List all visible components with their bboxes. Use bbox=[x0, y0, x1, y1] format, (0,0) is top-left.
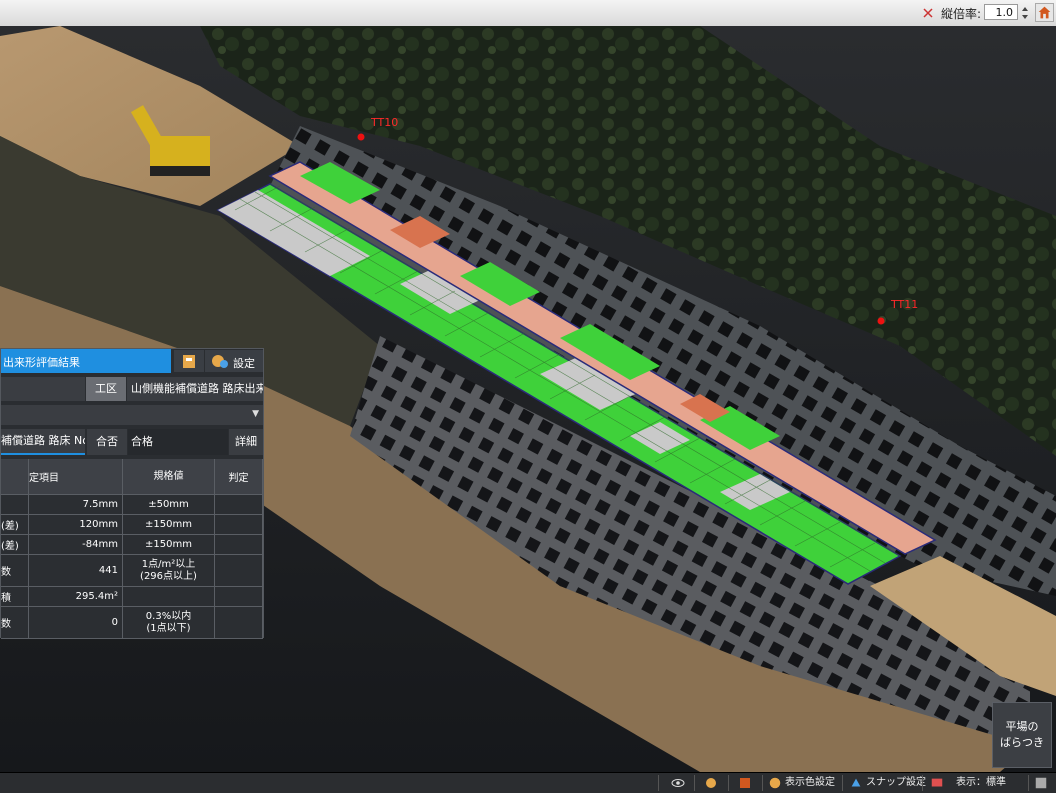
survey-point-tt11[interactable] bbox=[877, 317, 885, 325]
row-value: 0 bbox=[29, 607, 123, 639]
row-judge bbox=[215, 515, 263, 535]
row-judge bbox=[215, 607, 263, 639]
row-spec: 0.3%以内 (1点以下) bbox=[123, 607, 215, 639]
row-spec: 1点/m²以上 (296点以上) bbox=[123, 555, 215, 587]
snap-icon bbox=[851, 778, 861, 787]
table-header: 定項目 規格値 判定 bbox=[1, 459, 263, 495]
row-label: 積 bbox=[1, 587, 29, 607]
row-value: 441 bbox=[29, 555, 123, 587]
settings-label: 設定 bbox=[233, 357, 255, 370]
row-label bbox=[1, 495, 29, 515]
measure-icon[interactable] bbox=[703, 775, 719, 791]
table-row: (差) -84mm ±150mm bbox=[1, 535, 263, 555]
spinner-icon[interactable] bbox=[1020, 4, 1030, 22]
header-c0 bbox=[1, 459, 29, 495]
panel-title-bar[interactable]: 出来形評価結果 bbox=[1, 349, 171, 373]
panel-title: 出来形評価結果 bbox=[3, 356, 80, 369]
row-spec: ±150mm bbox=[123, 535, 215, 555]
result-label: 合否 bbox=[87, 429, 127, 455]
status-bar: 表示色設定 スナップ設定 表示：標準 bbox=[0, 772, 1056, 793]
table-row: 数 441 1点/m²以上 (296点以上) bbox=[1, 555, 263, 587]
home-view-icon[interactable] bbox=[737, 775, 753, 791]
eye-icon[interactable] bbox=[670, 775, 686, 791]
row-label: (差) bbox=[1, 515, 29, 535]
divider bbox=[728, 775, 729, 791]
result-row: 補償道路 路床 No.8 合否 合格 詳細 bbox=[1, 429, 263, 455]
settings-icon bbox=[212, 355, 228, 368]
survey-label-tt10: TT10 bbox=[370, 116, 398, 129]
export-button[interactable] bbox=[174, 350, 204, 372]
exaggeration-input[interactable]: 1.0 bbox=[984, 4, 1018, 20]
section-key: 工区 bbox=[86, 377, 126, 401]
divider bbox=[658, 775, 659, 791]
row-value: -84mm bbox=[29, 535, 123, 555]
divider bbox=[1028, 775, 1029, 791]
survey-label-tt11: TT11 bbox=[890, 298, 918, 311]
export-icon bbox=[183, 355, 195, 368]
home-button[interactable] bbox=[1035, 3, 1054, 22]
result-value: 合格 bbox=[128, 429, 228, 455]
item-select[interactable]: ▼ bbox=[1, 405, 263, 425]
exaggeration-icon bbox=[923, 8, 933, 18]
survey-point-tt10[interactable] bbox=[357, 133, 365, 141]
row-label: 数 bbox=[1, 555, 29, 587]
section-row: 工区 山側機能補償道路 路床出来形 bbox=[1, 377, 263, 401]
display-mode-button[interactable]: 表示：標準 bbox=[956, 775, 1006, 791]
exaggeration-label: 縦倍率: bbox=[941, 7, 982, 21]
display-color-button[interactable]: 表示色設定 bbox=[785, 775, 835, 791]
table-row: (差) 120mm ±150mm bbox=[1, 515, 263, 535]
section-blank bbox=[1, 377, 85, 401]
top-toolbar: 縦倍率: 1.0 bbox=[0, 0, 1056, 27]
header-spec: 規格値 bbox=[123, 459, 215, 495]
divider bbox=[842, 775, 843, 791]
help-icon[interactable] bbox=[1034, 775, 1048, 791]
settings-button[interactable]: 設定 bbox=[205, 350, 263, 372]
chevron-down-icon: ▼ bbox=[252, 409, 259, 419]
header-item: 定項目 bbox=[29, 459, 123, 495]
row-spec: ±150mm bbox=[123, 515, 215, 535]
row-value: 7.5mm bbox=[29, 495, 123, 515]
evaluation-result-panel: 出来形評価結果 設定 工区 山側機能補償道路 路床出来形 ▼ 補償道路 路床 N… bbox=[0, 348, 264, 639]
row-value: 295.4m² bbox=[29, 587, 123, 607]
header-judge: 判定 bbox=[215, 459, 263, 495]
divider bbox=[762, 775, 763, 791]
flatness-variation-button[interactable]: 平場の ばらつき bbox=[992, 702, 1052, 768]
row-spec bbox=[123, 587, 215, 607]
table-row: 数 0 0.3%以内 (1点以下) bbox=[1, 607, 263, 639]
table-row: 7.5mm ±50mm bbox=[1, 495, 263, 515]
result-table: 定項目 規格値 判定 7.5mm ±50mm (差) 120mm ±150mm … bbox=[1, 459, 263, 639]
result-name-tab[interactable]: 補償道路 路床 No.8 bbox=[1, 429, 85, 455]
row-judge bbox=[215, 587, 263, 607]
display-icon bbox=[931, 778, 943, 787]
table-row: 積 295.4m² bbox=[1, 587, 263, 607]
row-judge bbox=[215, 555, 263, 587]
row-value: 120mm bbox=[29, 515, 123, 535]
detail-button[interactable]: 詳細 bbox=[229, 429, 263, 455]
row-label: (差) bbox=[1, 535, 29, 555]
section-value: 山側機能補償道路 路床出来形 bbox=[127, 377, 263, 401]
snap-settings-button[interactable]: スナップ設定 bbox=[866, 775, 926, 791]
row-judge bbox=[215, 495, 263, 515]
row-judge bbox=[215, 535, 263, 555]
home-icon bbox=[1038, 6, 1051, 19]
divider bbox=[694, 775, 695, 791]
divider bbox=[922, 775, 923, 791]
row-spec: ±50mm bbox=[123, 495, 215, 515]
palette-icon bbox=[769, 777, 781, 789]
row-label: 数 bbox=[1, 607, 29, 639]
